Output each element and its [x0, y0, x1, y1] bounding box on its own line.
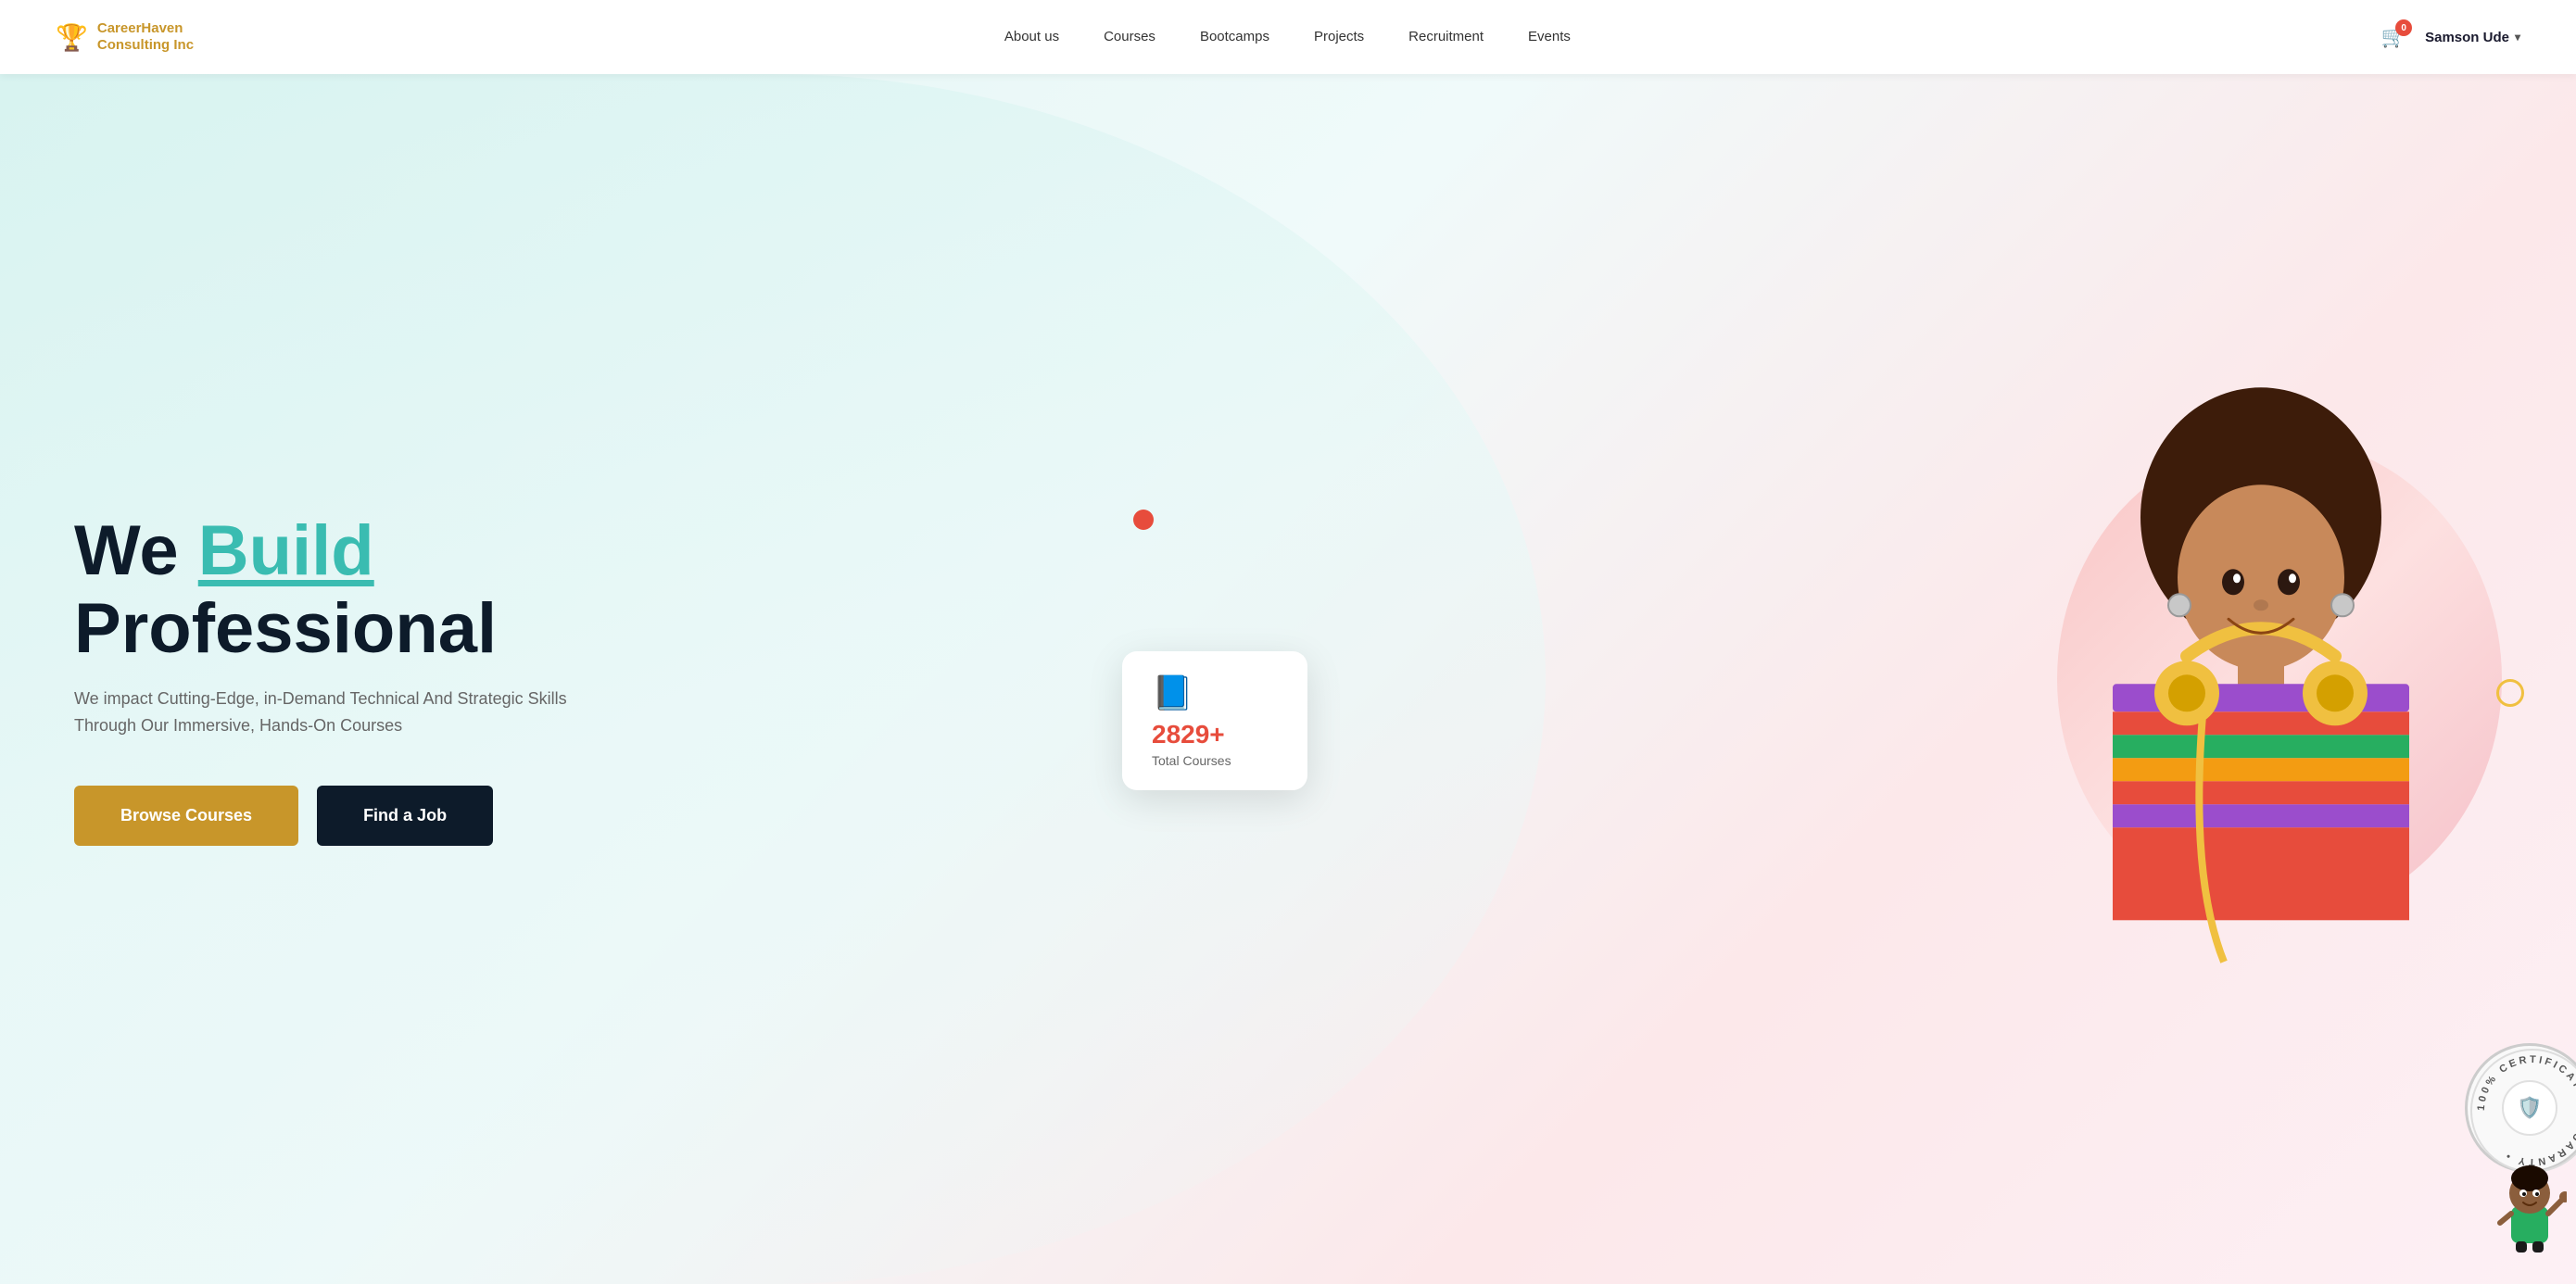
user-menu-button[interactable]: Samson Ude ▾ [2425, 30, 2520, 45]
nav-link-events[interactable]: Events [1528, 29, 1571, 44]
nav-link-recruitment[interactable]: Recruitment [1408, 29, 1484, 44]
hero-title-we: We [74, 511, 198, 590]
logo-text: CareerHaven Consulting Inc [97, 20, 194, 54]
nav-item-bootcamps[interactable]: Bootcamps [1200, 29, 1269, 45]
stats-card: 📘 2829+ Total Courses [1122, 651, 1307, 790]
hero-content: We Build Professional We impact Cutting-… [0, 457, 593, 901]
stats-card-label: Total Courses [1152, 753, 1278, 768]
find-job-button[interactable]: Find a Job [317, 786, 493, 846]
nav-link-bootcamps[interactable]: Bootcamps [1200, 29, 1269, 44]
hero-person-figure [2001, 74, 2520, 1284]
logo-icon: 🏆 [56, 22, 88, 53]
character-svg [2493, 1160, 2567, 1253]
nav-item-events[interactable]: Events [1528, 29, 1571, 45]
chevron-down-icon: ▾ [2515, 31, 2520, 44]
hero-subtitle: We impact Cutting-Edge, in-Demand Techni… [74, 686, 593, 739]
logo[interactable]: 🏆 CareerHaven Consulting Inc [56, 20, 194, 54]
person-svg [2001, 74, 2520, 1284]
nav-item-courses[interactable]: Courses [1104, 29, 1155, 45]
nav-link-courses[interactable]: Courses [1104, 29, 1155, 44]
nav-item-about[interactable]: About us [1004, 29, 1059, 45]
hero-buttons: Browse Courses Find a Job [74, 786, 593, 846]
nav-link-about[interactable]: About us [1004, 29, 1059, 44]
cart-badge: 0 [2395, 19, 2412, 36]
cert-svg: 100% CERTIFICATION GUARANTY • [2468, 1046, 2576, 1176]
stats-card-icon: 📘 [1152, 673, 1278, 712]
hero-title-build: Build [198, 511, 374, 590]
character-figure [2493, 1160, 2567, 1265]
cert-circle: 100% CERTIFICATION GUARANTY • 🛡️ [2465, 1043, 2576, 1173]
hero-image-area: 📘 2829+ Total Courses 100% CERTIFICATION… [1159, 74, 2576, 1284]
hero-title: We Build Professional [74, 512, 593, 667]
nav-right: 🛒 0 Samson Ude ▾ [2381, 25, 2520, 49]
nav-link-projects[interactable]: Projects [1314, 29, 1364, 44]
browse-courses-button[interactable]: Browse Courses [74, 786, 298, 846]
navbar: 🏆 CareerHaven Consulting Inc About us Co… [0, 0, 2576, 74]
user-name: Samson Ude [2425, 30, 2509, 45]
hero-section: We Build Professional We impact Cutting-… [0, 74, 2576, 1284]
nav-item-recruitment[interactable]: Recruitment [1408, 29, 1484, 45]
nav-item-projects[interactable]: Projects [1314, 29, 1364, 45]
hero-title-professional: Professional [74, 589, 497, 668]
nav-links: About us Courses Bootcamps Projects Recr… [1004, 29, 1571, 45]
certification-badge: 100% CERTIFICATION GUARANTY • 🛡️ [2465, 1043, 2576, 1173]
svg-text:100% CERTIFICATION GUARANTY •: 100% CERTIFICATION GUARANTY • [2476, 1054, 2576, 1167]
stats-card-number: 2829+ [1152, 720, 1278, 749]
cart-button[interactable]: 🛒 0 [2381, 25, 2406, 49]
